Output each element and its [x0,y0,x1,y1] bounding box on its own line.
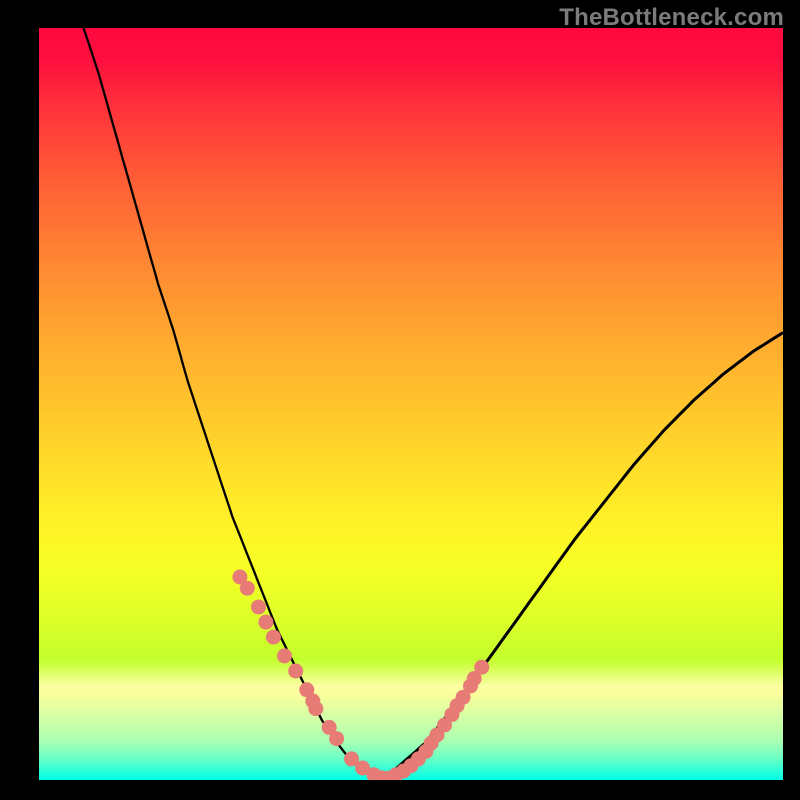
bottleneck-curve [84,28,382,779]
highlight-dots-group [232,570,489,781]
highlight-dot [251,600,266,615]
watermark-text: TheBottleneck.com [559,4,784,32]
bottleneck-curve-right [381,333,783,779]
chart-frame: TheBottleneck.com [0,0,800,800]
highlight-dot [266,630,281,645]
highlight-dot [474,660,489,675]
chart-plot-area [39,28,783,780]
highlight-dot [258,615,273,630]
highlight-dot [277,648,292,663]
highlight-dot [329,731,344,746]
highlight-dot [288,664,303,679]
chart-svg [39,28,783,780]
highlight-dot [240,581,255,596]
highlight-dot [308,701,323,716]
chart-curve-group [84,28,783,779]
